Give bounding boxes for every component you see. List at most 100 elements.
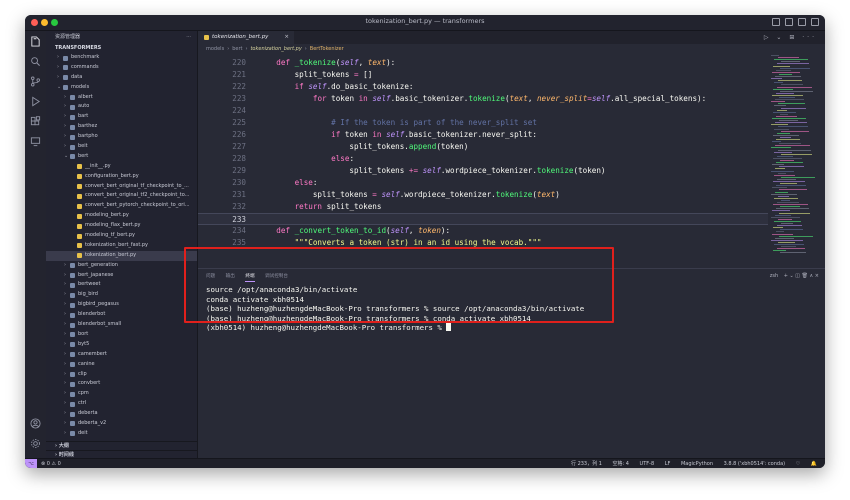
code-line[interactable]: 226 if token in self.basic_tokenizer.nev…	[198, 129, 768, 141]
search-icon[interactable]	[30, 56, 41, 67]
customize-layout-icon[interactable]	[811, 18, 819, 26]
terminal-action-icons[interactable]: + ⌄ ◫ 🗑 ∧ ×	[784, 273, 819, 279]
terminal-name[interactable]: zsh	[770, 273, 778, 279]
breadcrumb-item[interactable]: bert	[232, 46, 242, 52]
toggle-secondary-sidebar-icon[interactable]	[798, 18, 806, 26]
code-line[interactable]: 232 return split_tokens	[198, 201, 768, 213]
chevron-right-icon: ›	[64, 419, 66, 426]
code-line[interactable]: 224	[198, 105, 768, 117]
tab-tokenization-bert[interactable]: tokenization_bert.py ×	[198, 31, 294, 44]
python-file-icon	[77, 203, 82, 209]
tree-folder[interactable]: › barthez	[46, 122, 197, 132]
tree-folder[interactable]: › ctrl	[46, 399, 197, 409]
panel-tab-terminal[interactable]: 终端	[245, 272, 255, 282]
tree-folder[interactable]: › data	[46, 73, 197, 83]
tree-folder[interactable]: › canine	[46, 360, 197, 370]
code-line[interactable]: 220 def _tokenize(self, text):	[198, 57, 768, 69]
tree-folder[interactable]: › bertweet	[46, 280, 197, 290]
language-mode[interactable]: MagicPython	[681, 461, 713, 467]
tree-file[interactable]: convert_bert_pytorch_checkpoint_to_ori..…	[46, 201, 197, 211]
breadcrumb-symbol[interactable]: BertTokenizer	[310, 46, 344, 52]
end-of-line[interactable]: LF	[665, 461, 671, 467]
file-encoding[interactable]: UTF-8	[640, 461, 655, 467]
tree-folder[interactable]: › deit	[46, 429, 197, 439]
tree-folder[interactable]: › bartpho	[46, 132, 197, 142]
tree-folder[interactable]: › deberta	[46, 409, 197, 419]
tree-folder[interactable]: › blenderbot	[46, 310, 197, 320]
remote-explorer-icon[interactable]	[30, 136, 41, 147]
tree-folder[interactable]: › bert_japanese	[46, 271, 197, 281]
code-line[interactable]: 230 else:	[198, 177, 768, 189]
tree-folder[interactable]: › blenderbot_small	[46, 320, 197, 330]
line-number: 225	[232, 118, 246, 127]
code-line[interactable]: 234 def _convert_token_to_id(self, token…	[198, 225, 768, 237]
tree-folder[interactable]: › bort	[46, 330, 197, 340]
chevron-right-icon: ›	[64, 311, 66, 318]
minimap[interactable]	[771, 55, 815, 255]
tree-file[interactable]: modeling_flax_bert.py	[46, 221, 197, 231]
code-editor[interactable]: 220 def _tokenize(self, text): 221 split_…	[198, 57, 768, 262]
tree-folder[interactable]: › clip	[46, 370, 197, 380]
tree-folder[interactable]: › camembert	[46, 350, 197, 360]
tree-folder[interactable]: ⌄ models	[46, 83, 197, 93]
tree-folder[interactable]: › big_bird	[46, 290, 197, 300]
tree-folder[interactable]: › byt5	[46, 340, 197, 350]
code-line[interactable]: 223 for token in self.basic_tokenizer.to…	[198, 93, 768, 105]
settings-gear-icon[interactable]	[30, 438, 41, 449]
tree-file[interactable]: tokenization_bert_fast.py	[46, 241, 197, 251]
tree-file[interactable]: modeling_bert.py	[46, 211, 197, 221]
tree-file[interactable]: modeling_tf_bert.py	[46, 231, 197, 241]
tree-file[interactable]: convert_bert_original_tf2_checkpoint_to.…	[46, 191, 197, 201]
account-icon[interactable]	[30, 418, 41, 429]
tree-file[interactable]: __init__.py	[46, 162, 197, 172]
code-line[interactable]: 227 split_tokens.append(token)	[198, 141, 768, 153]
tree-file[interactable]: convert_bert_original_tf_checkpoint_to_.…	[46, 182, 197, 192]
tree-folder[interactable]: › bert_generation	[46, 261, 197, 271]
cursor-position[interactable]: 行 233，列 1	[571, 461, 602, 467]
tree-folder[interactable]: › bart	[46, 112, 197, 122]
source-control-icon[interactable]	[30, 76, 41, 87]
terminal-output[interactable]: source /opt/anaconda3/bin/activate conda …	[206, 285, 584, 333]
remote-indicator-icon[interactable]: ⌥	[25, 459, 37, 468]
workspace-root[interactable]: TRANSFORMERS	[46, 44, 197, 53]
timeline-section[interactable]: › 时间线	[46, 450, 197, 458]
toggle-sidebar-icon[interactable]	[772, 18, 780, 26]
code-line[interactable]: 225 # If the token is part of the never_…	[198, 117, 768, 129]
tree-folder[interactable]: › beit	[46, 142, 197, 152]
tree-folder[interactable]: › convbert	[46, 379, 197, 389]
editor-actions[interactable]: ▷ ⌄ ⊞ ···	[764, 31, 817, 44]
problems-count[interactable]: ⊗ 0 ⚠ 0	[41, 459, 61, 468]
close-tab-icon[interactable]: ×	[284, 31, 289, 44]
tree-folder[interactable]: › bigbird_pegasus	[46, 300, 197, 310]
notifications-bell-icon[interactable]: 🔔	[811, 461, 817, 467]
code-line[interactable]: 228 else:	[198, 153, 768, 165]
code-line[interactable]: 221 split_tokens = []	[198, 69, 768, 81]
python-interpreter[interactable]: 3.8.8 ('xbh0514': conda)	[724, 461, 785, 467]
tree-folder[interactable]: › albert	[46, 93, 197, 103]
tree-folder[interactable]: ⌄ bert	[46, 152, 197, 162]
panel-tab-debug-console[interactable]: 调试控制台	[265, 272, 288, 281]
extensions-icon[interactable]	[30, 116, 41, 127]
run-debug-icon[interactable]	[30, 96, 41, 107]
tree-folder[interactable]: › auto	[46, 102, 197, 112]
code-line[interactable]: 235 """Converts a token (str) in an id u…	[198, 237, 768, 249]
breadcrumb-item[interactable]: models	[206, 46, 224, 52]
code-line[interactable]: 231 split_tokens = self.wordpiece_tokeni…	[198, 189, 768, 201]
panel-tab-problems[interactable]: 问题	[206, 272, 215, 281]
panel-tab-output[interactable]: 输出	[226, 272, 235, 281]
code-line[interactable]: 222 if self.do_basic_tokenize:	[198, 81, 768, 93]
indentation[interactable]: 空格: 4	[612, 461, 628, 467]
tree-folder[interactable]: › benchmark	[46, 53, 197, 63]
code-line[interactable]: 233	[198, 213, 768, 225]
feedback-icon[interactable]: ♡	[796, 461, 800, 467]
tree-file[interactable]: configuration_bert.py	[46, 172, 197, 182]
tree-folder[interactable]: › deberta_v2	[46, 419, 197, 429]
breadcrumb-file[interactable]: tokenization_bert.py	[250, 46, 301, 52]
tree-folder[interactable]: › commands	[46, 63, 197, 73]
code-line[interactable]: 229 split_tokens += self.wordpiece_token…	[198, 165, 768, 177]
toggle-panel-icon[interactable]	[785, 18, 793, 26]
explorer-more-icon[interactable]: ···	[186, 31, 191, 44]
tree-file[interactable]: tokenization_bert.py	[46, 250, 197, 261]
tree-folder[interactable]: › cpm	[46, 389, 197, 399]
files-icon[interactable]	[30, 36, 41, 47]
